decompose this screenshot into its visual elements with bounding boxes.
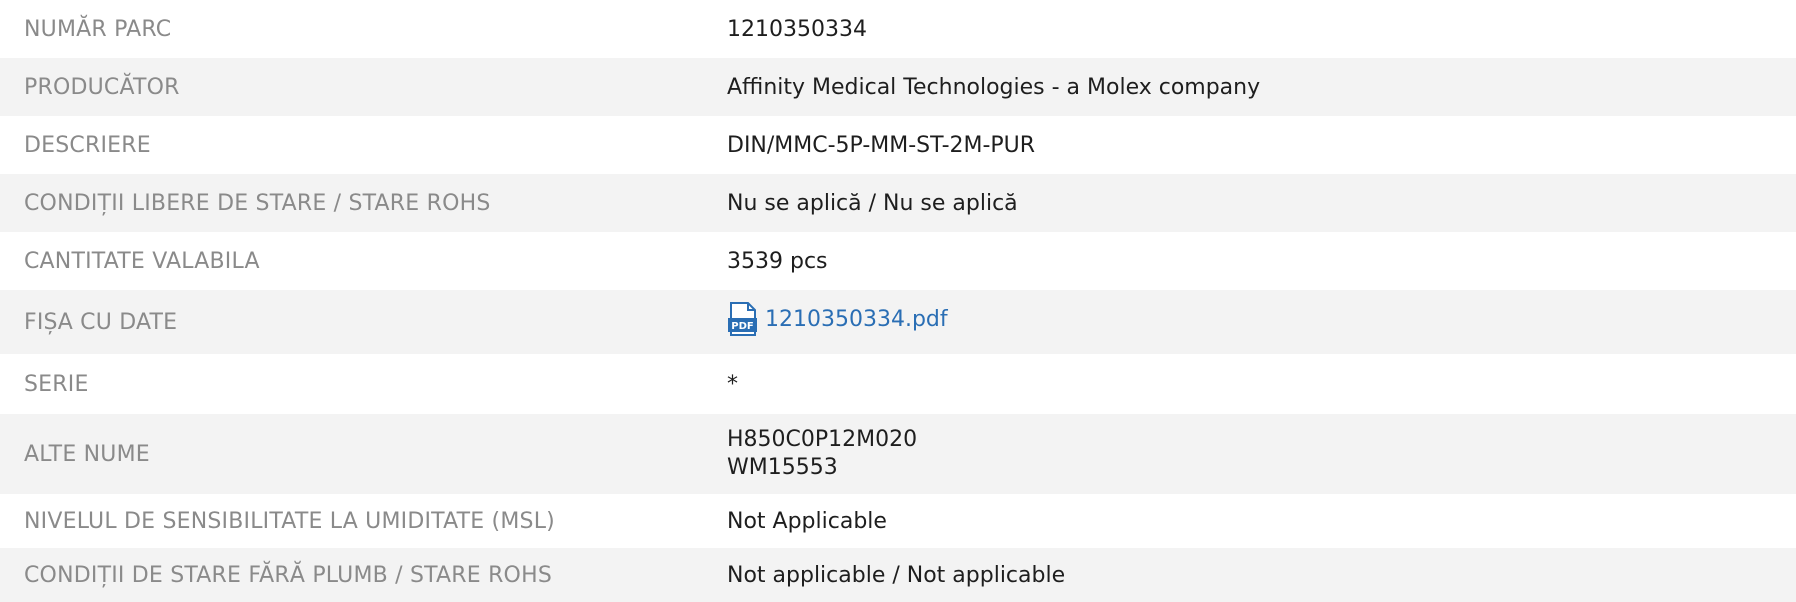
rohs-status-label: CONDIȚII LIBERE DE STARE / STARE ROHS <box>24 190 491 216</box>
datasheet-label: FIȘA CU DATE <box>24 309 178 335</box>
other-name-item: WM15553 <box>727 455 838 480</box>
row-manufacturer: PRODUCĂTOR Affinity Medical Technologies… <box>0 58 1796 116</box>
row-series: SERIE * <box>0 354 1796 414</box>
pdf-icon: PDF <box>727 302 759 336</box>
row-description: DESCRIERE DIN/MMC-5P-MM-ST-2M-PUR <box>0 116 1796 174</box>
row-part-number: NUMĂR PARC 1210350334 <box>0 0 1796 58</box>
other-names-value: H850C0P12M020 WM15553 <box>727 426 1796 482</box>
part-number-label: NUMĂR PARC <box>24 16 172 42</box>
quantity-available-value: 3539 pcs <box>727 248 828 274</box>
datasheet-link[interactable]: PDF 1210350334.pdf <box>727 302 948 336</box>
row-quantity-available: CANTITATE VALABILA 3539 pcs <box>0 232 1796 290</box>
row-other-names: ALTE NUME H850C0P12M020 WM15553 <box>0 414 1796 494</box>
description-label: DESCRIERE <box>24 132 151 158</box>
series-value: * <box>727 371 738 397</box>
svg-text:PDF: PDF <box>731 321 753 332</box>
datasheet-value: PDF 1210350334.pdf <box>727 302 1796 342</box>
series-label: SERIE <box>24 371 89 397</box>
manufacturer-label: PRODUCĂTOR <box>24 74 180 100</box>
description-value: DIN/MMC-5P-MM-ST-2M-PUR <box>727 132 1036 158</box>
manufacturer-value: Affinity Medical Technologies - a Molex … <box>727 74 1261 100</box>
row-rohs-status: CONDIȚII LIBERE DE STARE / STARE ROHS Nu… <box>0 174 1796 232</box>
row-lead-free-rohs: CONDIȚII DE STARE FĂRĂ PLUMB / STARE ROH… <box>0 548 1796 602</box>
msl-value: Not Applicable <box>727 508 887 534</box>
datasheet-filename: 1210350334.pdf <box>765 306 948 332</box>
quantity-available-label: CANTITATE VALABILA <box>24 248 260 274</box>
other-names-label: ALTE NUME <box>24 441 150 467</box>
other-name-item: H850C0P12M020 <box>727 427 918 452</box>
product-attributes-table: NUMĂR PARC 1210350334 PRODUCĂTOR Affinit… <box>0 0 1796 602</box>
lead-free-rohs-value: Not applicable / Not applicable <box>727 562 1066 588</box>
lead-free-rohs-label: CONDIȚII DE STARE FĂRĂ PLUMB / STARE ROH… <box>24 562 552 588</box>
rohs-status-value: Nu se aplică / Nu se aplică <box>727 190 1018 216</box>
row-msl: NIVELUL DE SENSIBILITATE LA UMIDITATE (M… <box>0 494 1796 548</box>
part-number-value: 1210350334 <box>727 16 867 42</box>
msl-label: NIVELUL DE SENSIBILITATE LA UMIDITATE (M… <box>24 508 555 534</box>
row-datasheet: FIȘA CU DATE PDF 1210350334.pdf <box>0 290 1796 354</box>
